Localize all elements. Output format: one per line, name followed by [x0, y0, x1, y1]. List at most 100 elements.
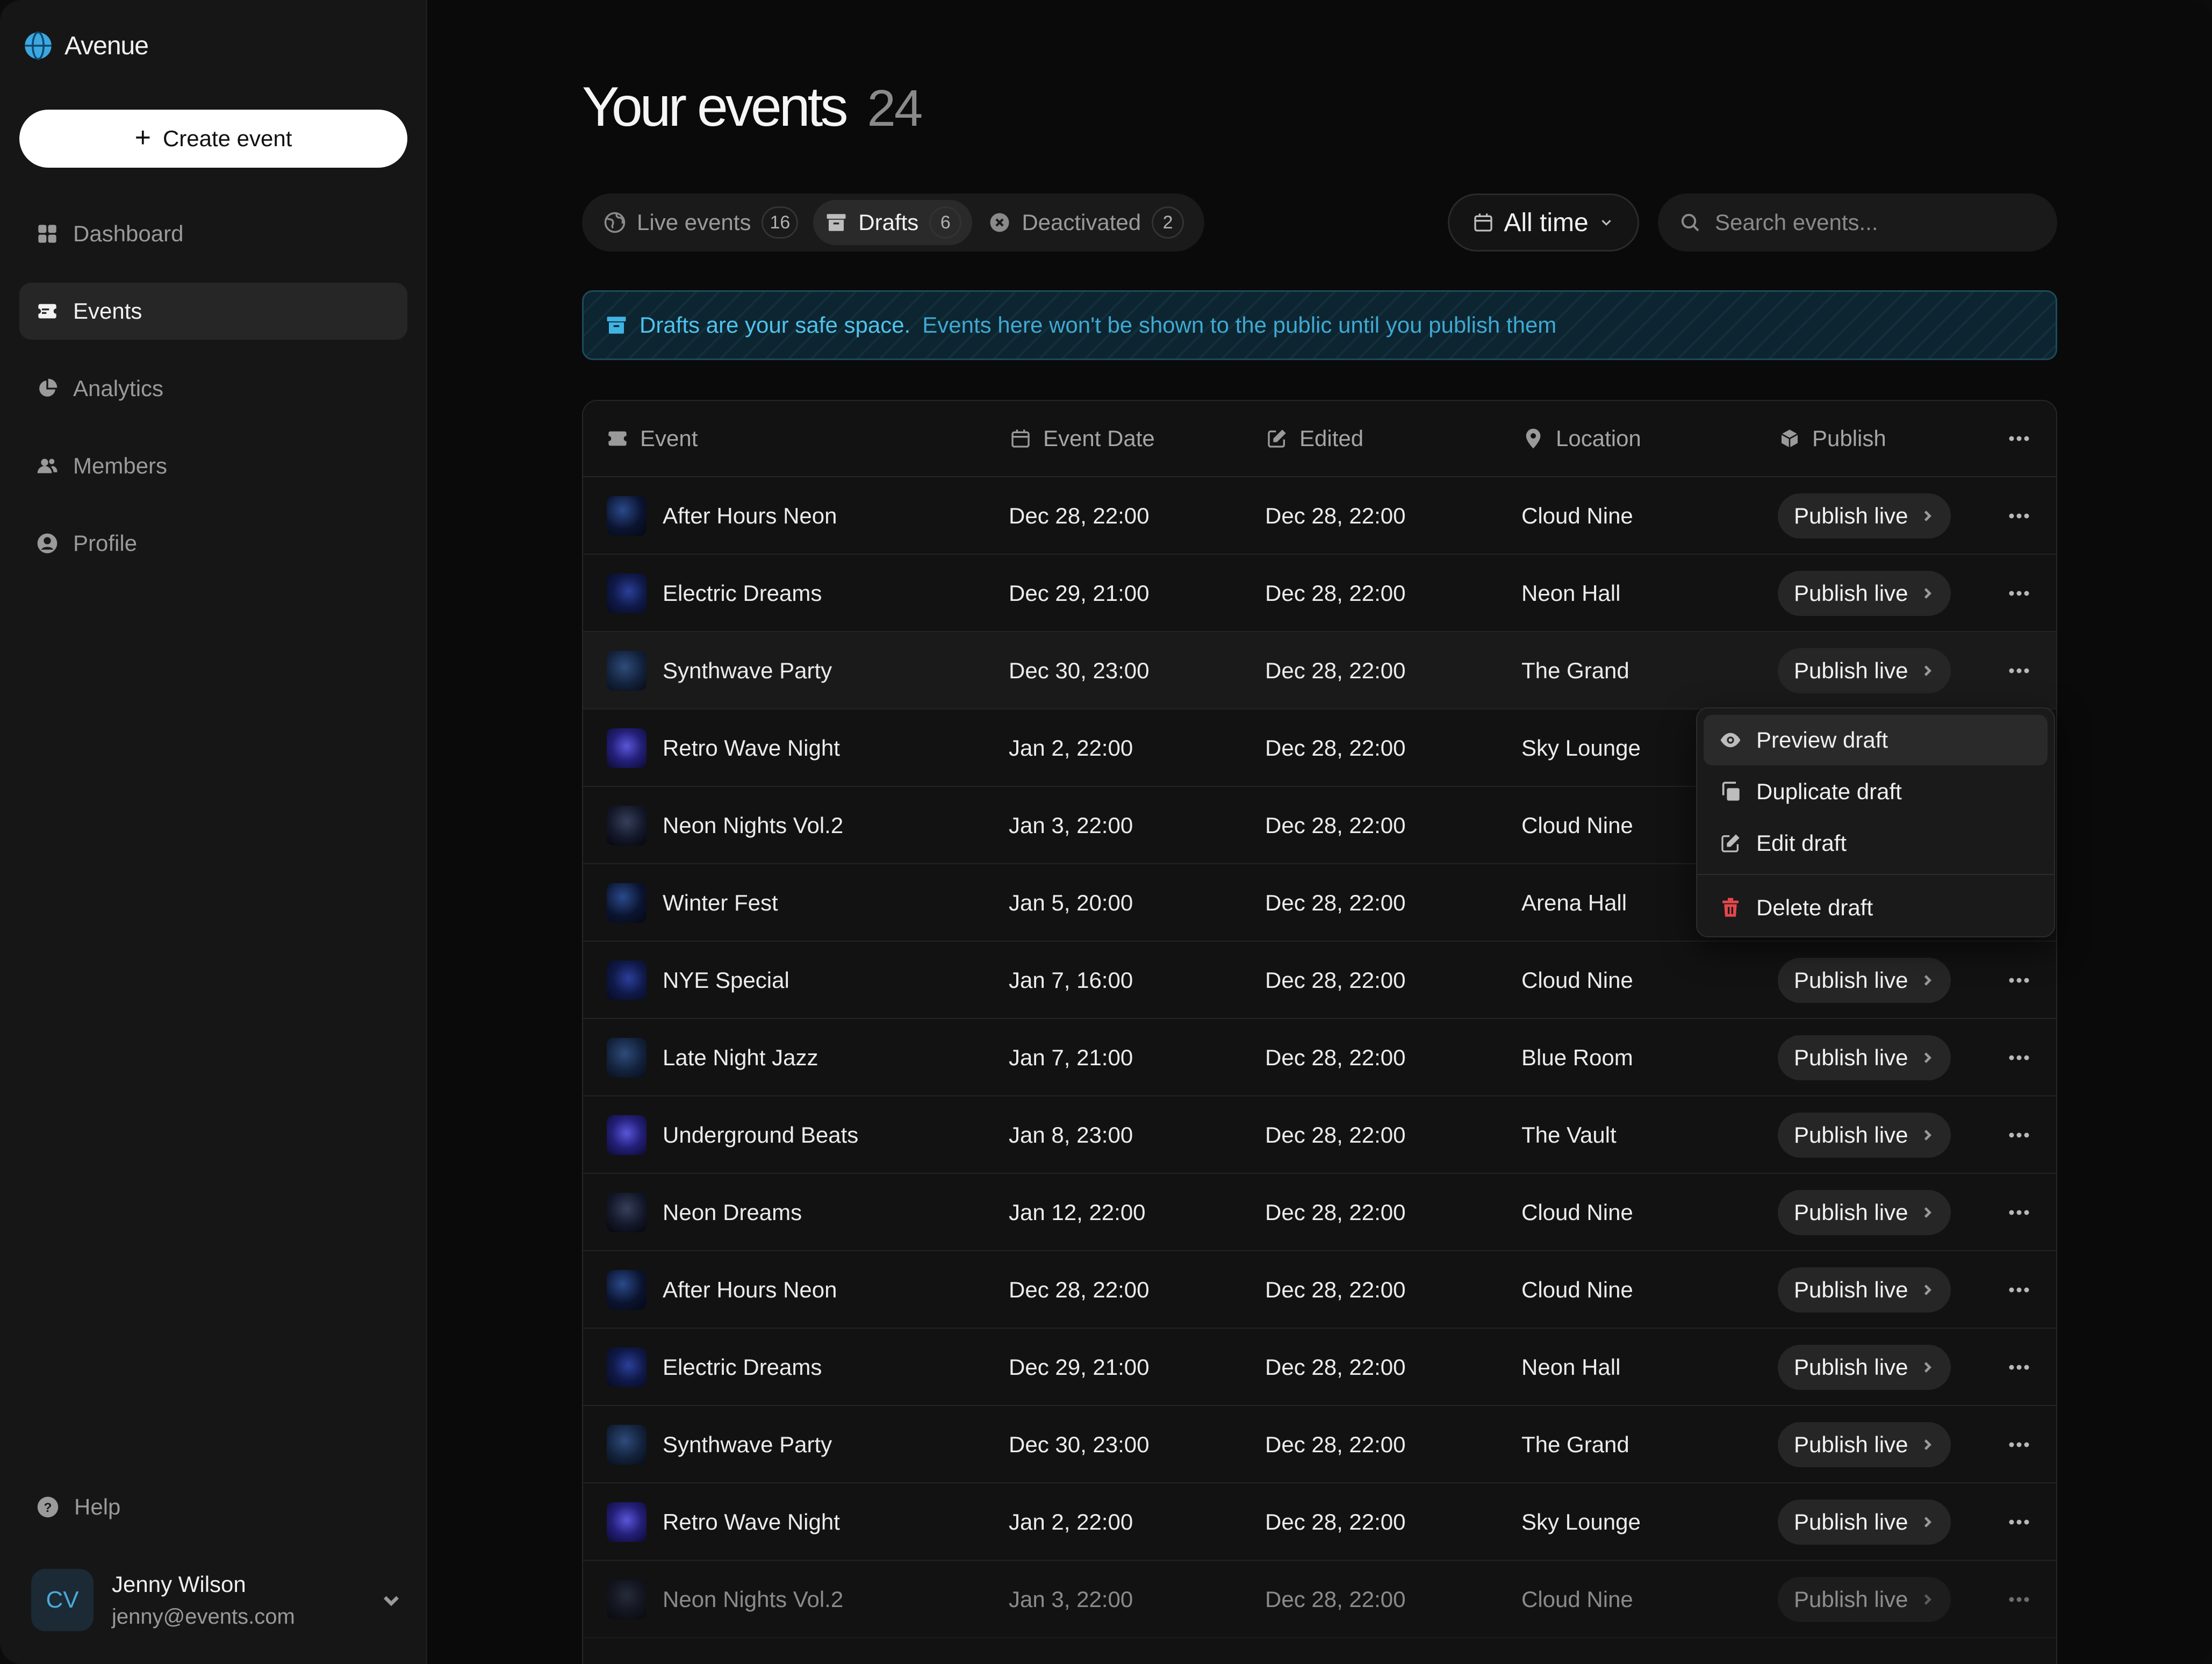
edited-cell: Dec 28, 22:00: [1265, 1329, 1406, 1406]
table-row[interactable]: Electric Dreams Dec 29, 21:00 Dec 28, 22:0…: [583, 1329, 2056, 1406]
event-cell: Neon Nights Vol.2: [607, 1561, 843, 1638]
edited-date: Dec 28, 22:00: [1265, 813, 1406, 838]
publish-live-button[interactable]: Publish live: [1778, 1035, 1951, 1080]
row-options-button[interactable]: [2003, 1583, 2035, 1616]
location: Sky Lounge: [1521, 1509, 1641, 1534]
event-name: Late Night Jazz: [663, 1045, 818, 1070]
edited-cell: Dec 28, 22:00: [1265, 1174, 1406, 1251]
location-cell: The Vault: [1521, 1096, 1617, 1174]
chevron-right-icon: [1924, 1362, 1932, 1373]
help-link[interactable]: ? Help: [37, 1494, 120, 1520]
column-label: Publish: [1812, 426, 1886, 451]
table-options-button[interactable]: [2003, 422, 2035, 455]
publish-live-button[interactable]: Publish live: [1778, 648, 1951, 693]
event-thumbnail: [607, 573, 647, 613]
row-options-button[interactable]: [2003, 1119, 2035, 1151]
table-row[interactable]: Retro Wave Night Jan 2, 22:00 Dec 28, 22:0…: [583, 1483, 2056, 1561]
column-header-location[interactable]: Location: [1522, 426, 1641, 451]
sidebar-item-members[interactable]: Members: [19, 437, 407, 494]
menu-item-edit-draft[interactable]: Edit draft: [1704, 818, 2048, 869]
user-menu[interactable]: CV Jenny Wilson jenny@events.com: [31, 1560, 402, 1640]
event-name: Electric Dreams: [663, 1354, 822, 1380]
table-row[interactable]: Neon Dreams Jan 12, 22:00 Dec 28, 22:00 Clo…: [583, 1174, 2056, 1251]
row-options-button[interactable]: [2003, 1042, 2035, 1074]
menu-item-duplicate-draft[interactable]: Duplicate draft: [1704, 766, 2048, 817]
row-options-button[interactable]: [2003, 655, 2035, 687]
column-header-event-date[interactable]: Event Date: [1010, 426, 1155, 451]
menu-item-delete-draft[interactable]: Delete draft: [1704, 883, 2048, 933]
sidebar-item-label: Dashboard: [73, 221, 184, 246]
publish-cell: Publish live: [1778, 1174, 1951, 1251]
row-options-button[interactable]: [2003, 1351, 2035, 1383]
more-horizontal-icon: [2009, 1519, 2029, 1525]
publish-live-button[interactable]: Publish live: [1778, 493, 1951, 539]
event-date-cell: Jan 2, 22:00: [1009, 1483, 1133, 1561]
sidebar-item-events[interactable]: Events: [19, 283, 407, 340]
row-options-button[interactable]: [2003, 1506, 2035, 1538]
brand[interactable]: Avenue: [24, 28, 149, 63]
publish-live-button[interactable]: Publish live: [1778, 958, 1951, 1003]
row-options-button[interactable]: [2003, 1196, 2035, 1229]
event-date-cell: Jan 7, 21:00: [1009, 1019, 1133, 1096]
publish-live-button[interactable]: Publish live: [1778, 571, 1951, 616]
location-cell: The Grand: [1521, 1406, 1629, 1483]
user-circle-icon: [37, 533, 58, 554]
row-options-button[interactable]: [2003, 1429, 2035, 1461]
table-row[interactable]: Late Night Jazz Jan 7, 21:00 Dec 28, 22:00…: [583, 1019, 2056, 1096]
sidebar-item-dashboard[interactable]: Dashboard: [19, 205, 407, 262]
location-cell: Cloud Nine: [1521, 1174, 1633, 1251]
publish-label: Publish live: [1794, 1354, 1908, 1380]
publish-label: Publish live: [1794, 503, 1908, 528]
column-header-publish[interactable]: Publish: [1779, 426, 1886, 451]
publish-cell: Publish live: [1778, 1251, 1951, 1329]
publish-live-button[interactable]: Publish live: [1778, 1422, 1951, 1467]
column-header-edited[interactable]: Edited: [1266, 426, 1363, 451]
table-row[interactable]: Synthwave Party Dec 30, 23:00 Dec 28, 22:0…: [583, 1406, 2056, 1483]
row-options-button[interactable]: [2003, 500, 2035, 532]
event-thumbnail: [607, 806, 647, 845]
row-options-button[interactable]: [2003, 1274, 2035, 1306]
tab-deactivated[interactable]: Deactivated 2: [976, 200, 1195, 245]
edited-date: Dec 28, 22:00: [1265, 1587, 1406, 1612]
table-row[interactable]: Underground Beats Jan 8, 23:00 Dec 28, 22:…: [583, 1096, 2056, 1174]
publish-live-button[interactable]: Publish live: [1778, 1577, 1951, 1622]
publish-cell: Publish live: [1778, 1406, 1951, 1483]
publish-cell: Publish live: [1778, 942, 1951, 1019]
sidebar-item-profile[interactable]: Profile: [19, 515, 407, 572]
publish-live-button[interactable]: Publish live: [1778, 1190, 1951, 1235]
edited-cell: Dec 28, 22:00: [1265, 1096, 1406, 1174]
publish-live-button[interactable]: Publish live: [1778, 1345, 1951, 1390]
tab-drafts[interactable]: Drafts 6: [813, 200, 973, 245]
edited-cell: Dec 28, 22:00: [1265, 942, 1406, 1019]
calendar-icon: [1011, 429, 1030, 448]
tab-live-events[interactable]: Live events 16: [592, 200, 809, 245]
publish-live-button[interactable]: Publish live: [1778, 1500, 1951, 1545]
location: Neon Hall: [1521, 580, 1621, 606]
chevron-right-icon: [1924, 511, 1932, 521]
publish-live-button[interactable]: Publish live: [1778, 1113, 1951, 1158]
event-thumbnail: [607, 883, 647, 923]
table-row[interactable]: After Hours Neon Dec 28, 22:00 Dec 28, 22:…: [583, 477, 2056, 555]
table-row[interactable]: After Hours Neon Dec 28, 22:00 Dec 28, 22:…: [583, 1251, 2056, 1329]
table-header: Event Event Date Edited Location Publish: [583, 401, 2056, 477]
table-row[interactable]: NYE Special Jan 7, 16:00 Dec 28, 22:00 Clou…: [583, 942, 2056, 1019]
column-header-event[interactable]: Event: [607, 426, 698, 451]
menu-item-preview-draft[interactable]: Preview draft: [1704, 715, 2048, 765]
publish-live-button[interactable]: Publish live: [1778, 1267, 1951, 1312]
row-options-button[interactable]: [2003, 577, 2035, 609]
edited-date: Dec 28, 22:00: [1265, 658, 1406, 683]
events-table: Event Event Date Edited Location Publish: [582, 400, 2057, 1664]
event-cell: Synthwave Party: [607, 632, 832, 709]
location-cell: The Grand: [1521, 632, 1629, 709]
table-row[interactable]: Electric Dreams Dec 29, 21:00 Dec 28, 22:0…: [583, 555, 2056, 632]
event-name: Electric Dreams: [663, 580, 822, 606]
table-row[interactable]: Neon Nights Vol.2 Jan 3, 22:00 Dec 28, 22:…: [583, 1561, 2056, 1638]
table-row[interactable]: Synthwave Party Dec 30, 23:00 Dec 28, 22:0…: [583, 632, 2056, 709]
create-event-button[interactable]: + Create event: [19, 110, 407, 168]
time-filter-dropdown[interactable]: All time: [1448, 193, 1639, 252]
edited-cell: Dec 28, 22:00: [1265, 477, 1406, 555]
event-cell: Neon Nights Vol.2: [607, 787, 843, 864]
row-options-button[interactable]: [2003, 964, 2035, 996]
sidebar-item-analytics[interactable]: Analytics: [19, 360, 407, 417]
search-input[interactable]: [1715, 210, 2037, 235]
